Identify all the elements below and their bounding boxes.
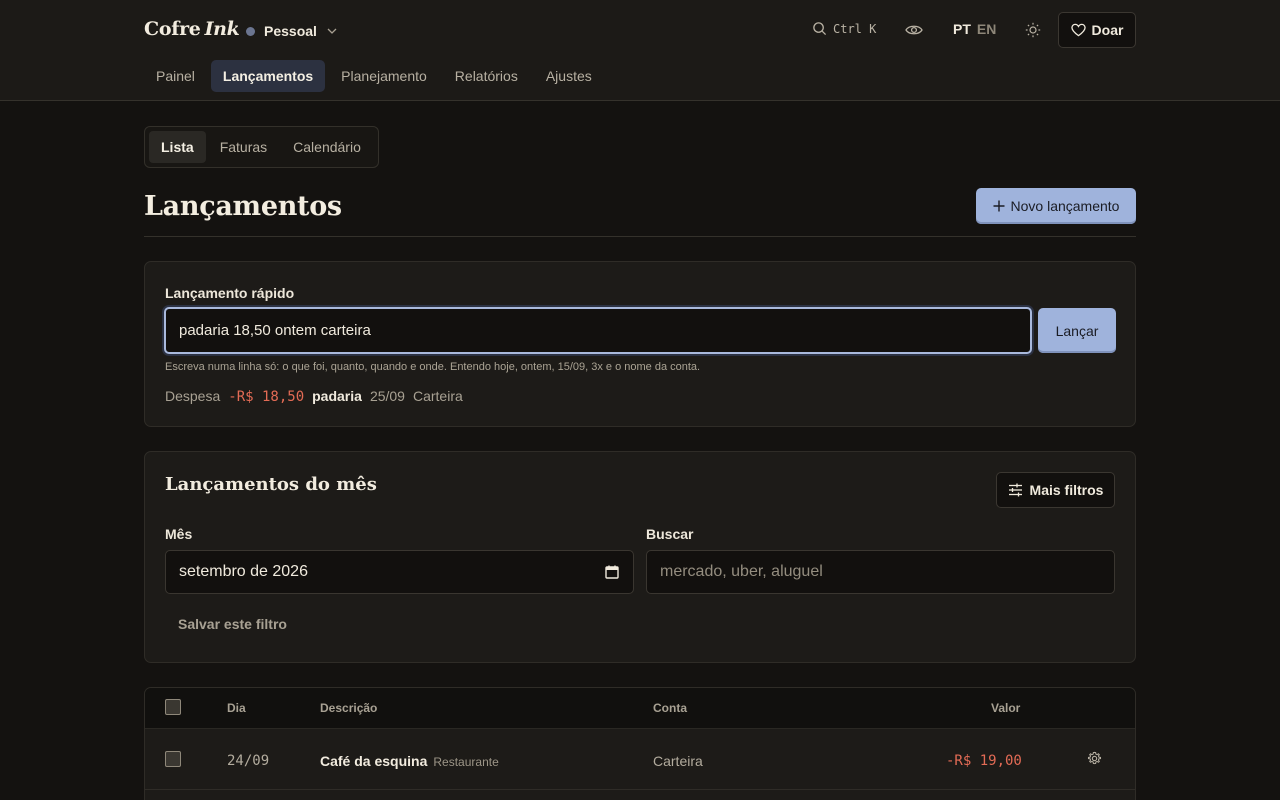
tab-faturas[interactable]: Faturas — [208, 131, 279, 163]
donate-button[interactable]: Doar — [1058, 12, 1136, 48]
nav-item-painel[interactable]: Painel — [144, 60, 207, 92]
quick-entry-panel: Lançamento rápido padaria 18,50 ontem ca… — [144, 261, 1136, 427]
filters-panel: Lançamentos do mês Mais filtros Mês sete… — [144, 451, 1136, 663]
col-description[interactable]: Descrição — [320, 701, 377, 715]
language-switcher[interactable]: PT EN — [953, 21, 996, 37]
brand-logo[interactable]: Cofre Ink — [144, 18, 240, 40]
nav-item-ajustes[interactable]: Ajustes — [534, 60, 604, 92]
tab-calendario[interactable]: Calendário — [281, 131, 373, 163]
gear-icon[interactable] — [1087, 751, 1102, 766]
table-header: Dia Descrição Conta Valor — [145, 688, 1135, 729]
preview-type: Despesa — [165, 388, 221, 404]
page-title: Lançamentos — [144, 191, 342, 222]
launch-button[interactable]: Lançar — [1038, 308, 1116, 353]
profile-switcher[interactable]: Pessoal — [246, 21, 337, 41]
more-filters-label: Mais filtros — [1029, 482, 1104, 498]
row-description: Café da esquina Restaurante — [320, 753, 499, 769]
title-divider — [144, 236, 1136, 237]
sliders-icon — [1008, 483, 1022, 497]
month-value: setembro de 2026 — [179, 563, 308, 580]
chevron-down-icon — [327, 28, 337, 34]
search-icon — [813, 22, 827, 36]
entries-table: Dia Descrição Conta Valor 24/09 Café da … — [144, 687, 1136, 800]
profile-name: Pessoal — [264, 23, 317, 39]
quick-entry-input[interactable]: padaria 18,50 ontem carteira — [164, 307, 1032, 354]
nav-item-planejamento[interactable]: Planejamento — [329, 60, 439, 92]
eye-icon[interactable] — [905, 22, 923, 38]
row-value: -R$ 19,00 — [946, 753, 1022, 769]
app-header: Cofre Ink Pessoal Ctrl K PT EN Doar Painel… — [0, 0, 1280, 101]
row-day: 24/09 — [227, 753, 270, 769]
main-nav: Painel Lançamentos Planejamento Relatóri… — [144, 60, 604, 92]
col-day[interactable]: Dia — [227, 701, 246, 715]
quick-entry-preview: Despesa -R$ 18,50 padaria 25/09 Carteira — [165, 388, 463, 405]
month-field[interactable]: setembro de 2026 — [165, 550, 634, 594]
row-category: Restaurante — [433, 755, 499, 769]
new-entry-button[interactable]: Novo lançamento — [976, 188, 1136, 224]
brand-accent: Ink — [204, 18, 240, 40]
command-search-button[interactable]: Ctrl K — [812, 21, 876, 36]
lang-pt[interactable]: PT — [953, 21, 971, 37]
profile-dot-icon — [246, 26, 255, 36]
col-value[interactable]: Valor — [991, 701, 1020, 715]
nav-item-relatorios[interactable]: Relatórios — [443, 60, 530, 92]
filters-title: Lançamentos do mês — [165, 474, 377, 495]
more-filters-button[interactable]: Mais filtros — [996, 472, 1115, 508]
nav-item-lancamentos[interactable]: Lançamentos — [210, 60, 326, 92]
search-label: Buscar — [646, 526, 694, 542]
search-input[interactable]: mercado, uber, aluguel — [646, 550, 1115, 594]
preview-description: padaria — [312, 388, 362, 404]
save-filter-button[interactable]: Salvar este filtro — [178, 616, 287, 632]
brand-name: Cofre — [144, 18, 201, 40]
plus-icon — [993, 200, 1005, 212]
preview-amount: -R$ 18,50 — [228, 389, 305, 405]
preview-account: Carteira — [412, 388, 463, 404]
heart-icon — [1070, 23, 1086, 37]
month-label: Mês — [165, 526, 193, 542]
view-tabs: Lista Faturas Calendário — [144, 126, 379, 168]
select-all-checkbox[interactable] — [165, 699, 181, 715]
sun-icon[interactable] — [1025, 22, 1041, 38]
tab-lista[interactable]: Lista — [149, 131, 206, 163]
row-checkbox[interactable] — [165, 751, 181, 767]
donate-label: Doar — [1091, 22, 1124, 38]
quick-entry-label: Lançamento rápido — [165, 285, 295, 301]
search-shortcut: Ctrl K — [833, 21, 877, 36]
row-account: Carteira — [653, 753, 703, 769]
table-row[interactable]: 24/09 Café da esquina Restaurante Carteir… — [145, 729, 1135, 790]
calendar-icon[interactable] — [605, 565, 619, 579]
preview-date: 25/09 — [369, 388, 405, 404]
lang-en[interactable]: EN — [977, 21, 996, 37]
row-description-text: Café da esquina — [320, 753, 428, 769]
quick-entry-help: Escreva numa linha só: o que foi, quanto… — [165, 361, 701, 373]
new-entry-label: Novo lançamento — [1010, 198, 1120, 214]
col-account[interactable]: Conta — [653, 701, 687, 715]
